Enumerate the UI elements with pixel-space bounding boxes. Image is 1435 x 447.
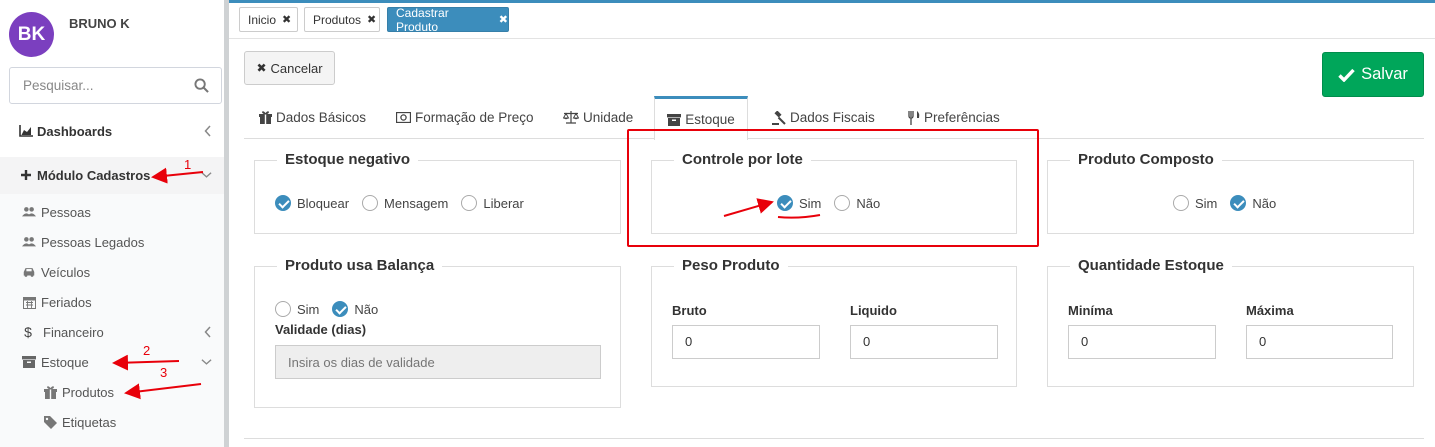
annotation-arrows xyxy=(112,167,821,400)
annotation-arrow-lote xyxy=(723,198,774,217)
annotation-number-3: 3 xyxy=(160,365,168,380)
annotation-underline xyxy=(777,214,821,219)
annotation-number-1: 1 xyxy=(184,157,192,172)
annotation-arrow-2 xyxy=(112,354,180,371)
annotation-arrow-1 xyxy=(151,167,204,184)
annotation-number-2: 2 xyxy=(143,343,151,358)
annotation-arrow-3 xyxy=(124,383,202,400)
